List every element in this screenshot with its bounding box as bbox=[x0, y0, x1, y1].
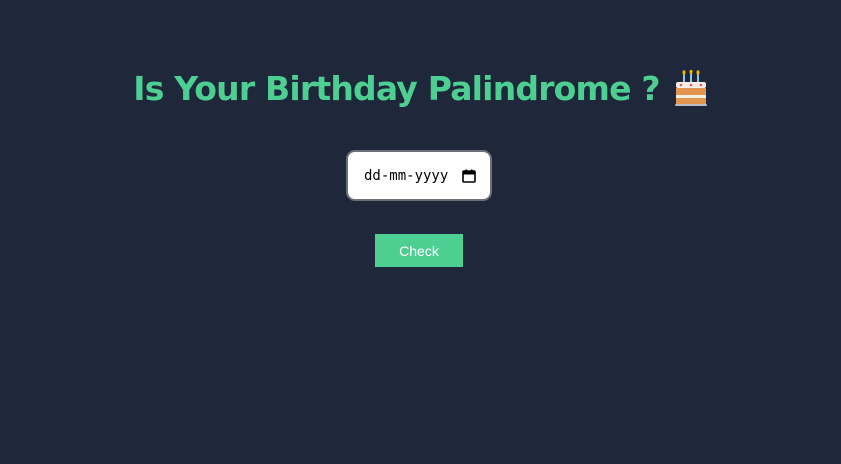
title-row: Is Your Birthday Palindrome ? bbox=[0, 68, 841, 108]
date-placeholder[interactable]: dd-mm-yyyy bbox=[364, 168, 448, 184]
page: Is Your Birthday Palindrome ? dd-mm-yyyy… bbox=[0, 0, 841, 464]
page-title: Is Your Birthday Palindrome ? bbox=[133, 68, 660, 108]
birthday-cake-icon bbox=[674, 69, 708, 106]
check-button[interactable]: Check bbox=[375, 234, 463, 267]
birthday-date-input[interactable]: dd-mm-yyyy bbox=[346, 150, 492, 201]
calendar-icon[interactable] bbox=[462, 169, 476, 183]
